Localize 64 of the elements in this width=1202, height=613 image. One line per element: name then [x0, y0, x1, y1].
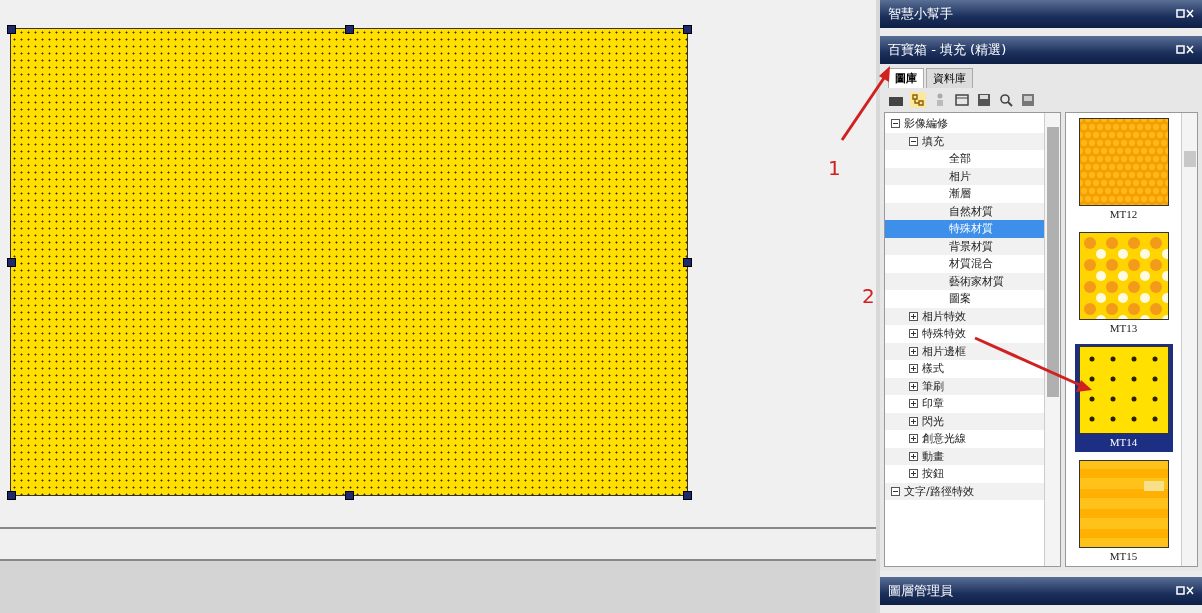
tree-label: 樣式	[922, 361, 944, 377]
collapse-icon[interactable]	[891, 119, 900, 129]
expand-icon[interactable]	[909, 469, 918, 479]
resize-handle[interactable]	[683, 491, 692, 500]
panel-title: 圖層管理員	[888, 582, 953, 600]
tree-label: 特殊材質	[949, 221, 993, 237]
tree-label: 漸層	[949, 186, 971, 202]
annotation-number: 2	[862, 284, 875, 308]
tree-label: 全部	[949, 151, 971, 167]
tree-label: 特殊特效	[922, 326, 966, 342]
tree-label: 文字/路徑特效	[904, 483, 974, 499]
tab[interactable]: 資料庫	[926, 68, 973, 88]
annotation-number: 1	[828, 156, 841, 180]
tree-label: 圖案	[949, 291, 971, 307]
tree-label: 填充	[922, 133, 944, 149]
thumbnail-label: MT12	[1109, 207, 1138, 222]
tree-label: 動畫	[922, 448, 944, 464]
collapse-icon[interactable]	[891, 486, 900, 496]
expand-icon[interactable]	[909, 329, 918, 339]
tree-label: 影像編修	[904, 116, 948, 132]
thumbnail-item[interactable]: MT15	[1074, 458, 1173, 566]
tree-label: 印章	[922, 396, 944, 412]
resize-handle[interactable]	[683, 25, 692, 34]
tree-label: 背景材質	[949, 238, 993, 254]
resize-handle[interactable]	[683, 258, 692, 267]
panel-title: 百寶箱 - 填充 (精選)	[888, 41, 1007, 59]
expand-icon[interactable]	[909, 451, 918, 461]
scrollbar[interactable]	[1044, 113, 1060, 566]
expand-icon[interactable]	[909, 381, 918, 391]
resize-handle[interactable]	[7, 258, 16, 267]
tree-view-icon[interactable]	[910, 92, 926, 108]
expand-icon[interactable]	[909, 399, 918, 409]
thumbnail-label: MT13	[1109, 321, 1138, 336]
tree-label: 藝術家材質	[949, 273, 1004, 289]
expand-icon[interactable]	[909, 346, 918, 356]
tree-label: 按鈕	[922, 466, 944, 482]
tree-label: 自然材質	[949, 203, 993, 219]
resize-handle[interactable]	[7, 25, 16, 34]
tree-label: 筆刷	[922, 378, 944, 394]
scrollbar[interactable]	[1181, 113, 1197, 566]
thumbnail-item[interactable]: MT14	[1074, 344, 1173, 452]
tree-label: 相片邊框	[922, 343, 966, 359]
tree-label: 材質混合	[949, 256, 993, 272]
save-icon[interactable]	[976, 92, 992, 108]
resize-handle[interactable]	[345, 25, 354, 34]
resize-handle[interactable]	[7, 491, 16, 500]
tree-label: 創意光線	[922, 431, 966, 447]
thumbnail-label: MT14	[1109, 435, 1138, 450]
expand-icon[interactable]	[909, 434, 918, 444]
thumbnail-label: MT15	[1109, 549, 1138, 564]
expand-icon[interactable]	[909, 311, 918, 321]
thumbnail-item[interactable]: MT12	[1074, 116, 1173, 224]
search-icon[interactable]	[998, 92, 1014, 108]
window-icon[interactable]	[954, 92, 970, 108]
collapse-icon[interactable]	[909, 136, 918, 146]
expand-icon[interactable]	[909, 364, 918, 374]
tree-label: 相片特效	[922, 308, 966, 324]
resize-handle[interactable]	[345, 491, 354, 500]
panel-title: 智慧小幫手	[888, 5, 953, 23]
tree-label: 閃光	[922, 413, 944, 429]
tab[interactable]: 圖庫	[888, 68, 924, 88]
expand-icon[interactable]	[909, 416, 918, 426]
tree-label: 相片	[949, 168, 971, 184]
thumbnail-item[interactable]: MT13	[1074, 230, 1173, 338]
